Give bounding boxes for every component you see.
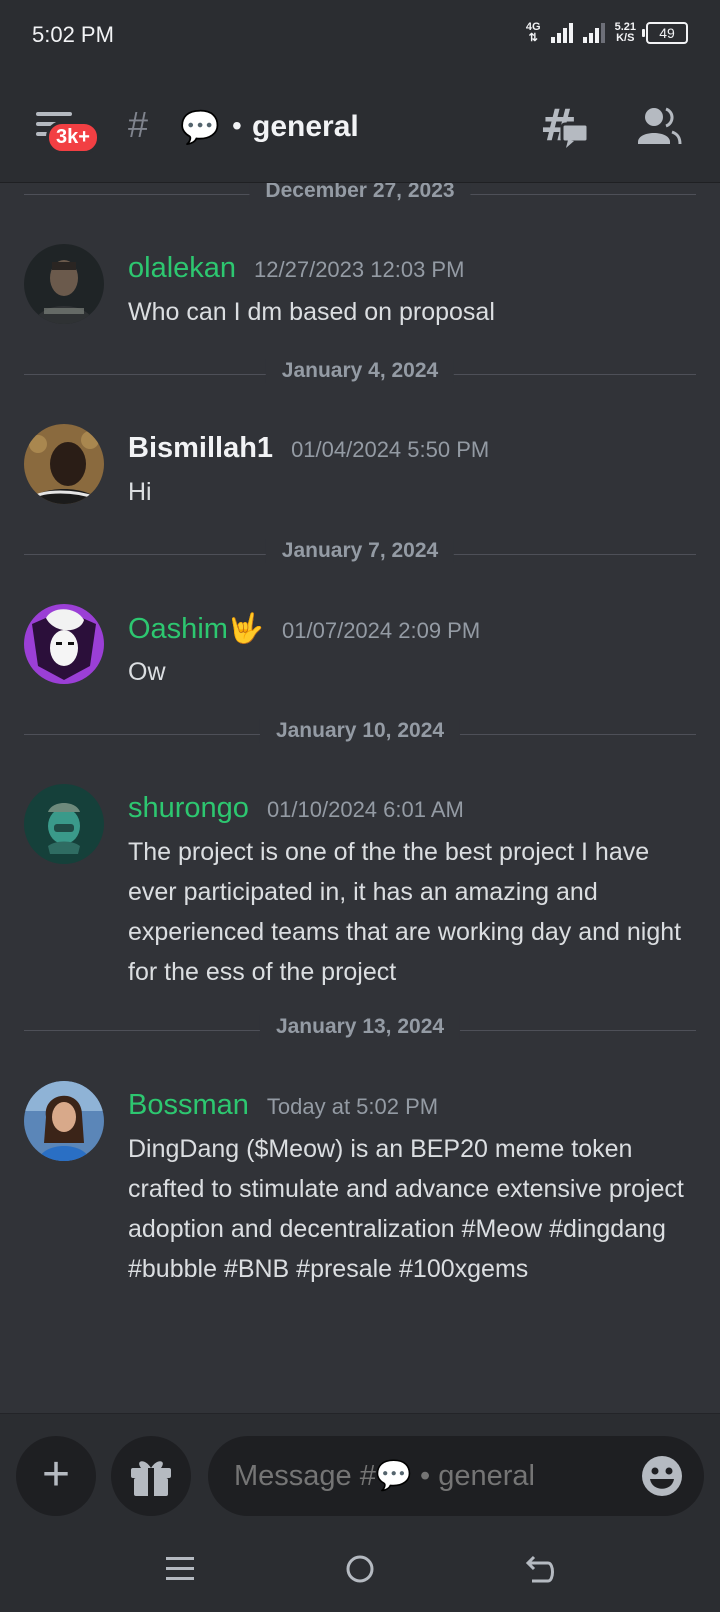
date-divider: January 10, 2024	[24, 719, 696, 749]
message-author[interactable]: shurongo	[128, 792, 249, 825]
message-text: Who can I dm based on proposal	[128, 298, 495, 326]
channel-separator: •	[232, 110, 242, 141]
gift-button[interactable]	[111, 1436, 191, 1516]
date-divider: December 27, 2023	[24, 183, 696, 209]
status-indicators: 4G ⇅ 5.21 K/S 49	[526, 22, 688, 44]
message-timestamp: 01/04/2024 5:50 PM	[291, 437, 490, 462]
network-type: 4G ⇅	[525, 21, 541, 44]
battery-icon: 49	[642, 22, 688, 44]
data-arrows-icon: ⇅	[528, 32, 538, 44]
status-time: 5:02 PM	[32, 22, 114, 47]
date-divider: January 7, 2024	[24, 539, 696, 569]
message-author[interactable]: Bossman	[128, 1089, 249, 1122]
message-timestamp: 01/07/2024 2:09 PM	[282, 618, 481, 643]
message-text: The project is one of the the best proje…	[128, 838, 682, 986]
message-timestamp: 12/27/2023 12:03 PM	[254, 257, 465, 282]
message-text: Ow	[128, 658, 166, 686]
system-nav-bar	[0, 1527, 720, 1612]
avatar[interactable]	[24, 244, 104, 324]
avatar[interactable]	[24, 784, 104, 864]
channel-emoji[interactable]: 💬	[180, 108, 220, 146]
home-icon[interactable]	[340, 1549, 380, 1589]
signal-icon	[550, 23, 573, 43]
avatar[interactable]	[24, 424, 104, 504]
network-speed: 5.21 K/S	[614, 21, 636, 44]
unread-badge: 3k+	[46, 121, 100, 154]
back-icon[interactable]	[520, 1549, 560, 1589]
channel-name[interactable]: general	[252, 110, 359, 144]
message-author[interactable]: Bismillah1	[128, 432, 273, 465]
message-timestamp: Today at 5:02 PM	[266, 1094, 439, 1119]
avatar[interactable]	[24, 604, 104, 684]
date-divider: January 13, 2024	[24, 1015, 696, 1045]
message-list[interactable]: December 27, 2023 olalekan 12/27/2023 12…	[0, 183, 720, 1413]
status-bar: 5:02 PM 4G ⇅ 5.21 K/S 49	[0, 0, 720, 72]
recents-icon[interactable]	[160, 1549, 200, 1589]
gift-icon	[131, 1461, 171, 1496]
message-author[interactable]: olalekan	[128, 252, 236, 285]
message-input[interactable]	[208, 1436, 704, 1516]
avatar[interactable]	[24, 1081, 104, 1161]
signal-icon-secondary	[582, 23, 605, 43]
message-timestamp: 01/10/2024 6:01 AM	[266, 797, 464, 822]
hash-icon: #	[128, 104, 149, 145]
message-text: DingDang ($Meow) is an BEP20 meme token …	[128, 1135, 684, 1283]
plus-icon[interactable]: +	[16, 1436, 96, 1516]
channel-header: 3k+ # 💬 • general #	[0, 72, 720, 183]
message-composer: +	[0, 1413, 720, 1528]
message-author[interactable]: Oashim🤟	[128, 612, 264, 646]
threads-icon[interactable]: #	[540, 102, 590, 152]
message-text: Hi	[128, 478, 152, 506]
members-icon[interactable]	[636, 104, 682, 150]
date-divider: January 4, 2024	[24, 359, 696, 389]
emoji-icon[interactable]	[640, 1454, 684, 1498]
